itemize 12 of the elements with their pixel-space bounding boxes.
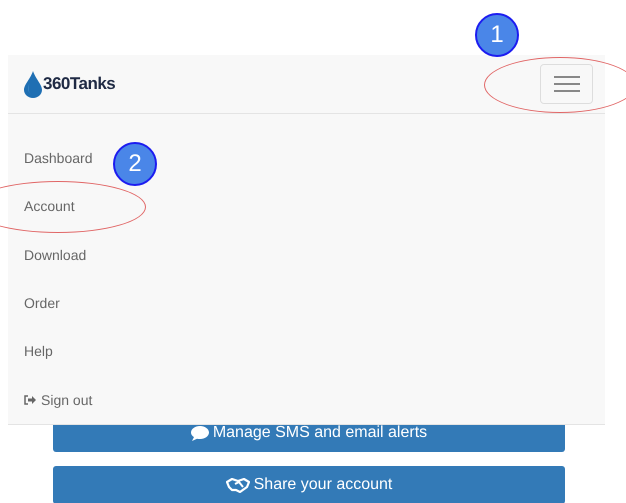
- action-button[interactable]: Share your account: [53, 466, 565, 503]
- menu-item[interactable]: Download: [8, 230, 86, 279]
- brand-name[interactable]: 360Tanks: [43, 74, 116, 94]
- sign-out-icon: [24, 394, 36, 405]
- menu-item[interactable]: Dashboard: [8, 134, 92, 182]
- menu-button[interactable]: [540, 64, 593, 104]
- menu-icon: [554, 75, 580, 93]
- water-drop-icon: [24, 70, 42, 98]
- menu-item[interactable]: Order: [8, 278, 60, 328]
- step-marker: 1: [475, 13, 519, 57]
- menu-item[interactable]: Help: [8, 327, 53, 376]
- menu-item[interactable]: Account: [8, 182, 75, 231]
